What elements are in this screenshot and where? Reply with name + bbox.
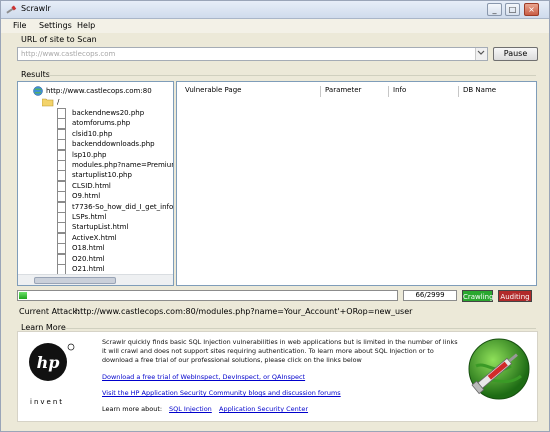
- hp-invent-text: invent: [30, 398, 65, 406]
- learn-divider: [63, 328, 536, 329]
- results-divider: [49, 75, 536, 76]
- file-icon: [57, 128, 66, 140]
- file-icon: [57, 149, 66, 161]
- vulnerability-grid[interactable]: Vulnerable Page Parameter Info DB Name: [176, 81, 537, 286]
- tree-root-label[interactable]: http://www.castlecops.com:80: [46, 87, 152, 95]
- learn-description: Scrawlr quickly finds basic SQL Injectio…: [102, 338, 458, 364]
- site-tree[interactable]: http://www.castlecops.com:80 / backendne…: [17, 81, 174, 286]
- column-vulnerable-page[interactable]: Vulnerable Page: [181, 86, 321, 97]
- auditing-status-badge: Auditing: [498, 290, 532, 302]
- tree-item[interactable]: O9.html: [72, 192, 100, 200]
- tree-item[interactable]: O18.html: [72, 244, 105, 252]
- scan-progress-bar: [17, 290, 398, 301]
- file-icon: [57, 170, 66, 182]
- column-db-name[interactable]: DB Name: [459, 86, 533, 97]
- crawling-status-badge: Crawling: [462, 290, 494, 302]
- close-button[interactable]: ×: [524, 3, 539, 16]
- current-attack-label: Current Attack:: [19, 307, 80, 316]
- tree-horizontal-scrollbar[interactable]: [18, 274, 173, 285]
- app-security-center-link[interactable]: Application Security Center: [219, 405, 308, 413]
- scan-url-value: http://www.castlecops.com: [21, 50, 116, 58]
- menu-help[interactable]: Help: [77, 21, 95, 30]
- scan-url-input[interactable]: http://www.castlecops.com: [17, 47, 488, 61]
- sql-injection-link[interactable]: SQL Injection: [169, 405, 212, 413]
- folder-icon: [42, 98, 54, 107]
- syringe-globe-icon: [468, 338, 530, 400]
- app-window: Scrawlr _ □ × File Settings Help URL of …: [0, 0, 550, 432]
- file-icon: [57, 180, 66, 192]
- file-icon: [57, 243, 66, 255]
- learn-more-box: hp invent Scrawlr quickly finds basic SQ…: [17, 331, 538, 422]
- community-link[interactable]: Visit the HP Application Security Commun…: [102, 389, 341, 397]
- scan-progress-fill: [19, 292, 27, 299]
- current-attack-value: http://www.castlecops.com:80/modules.php…: [75, 307, 413, 316]
- tree-item[interactable]: LSPs.html: [72, 213, 106, 221]
- download-trial-link[interactable]: Download a free trial of WebInspect, Dev…: [102, 373, 305, 381]
- minimize-button[interactable]: _: [487, 3, 502, 16]
- file-icon: [57, 222, 66, 234]
- syringe-app-icon: [6, 5, 17, 14]
- file-icon: [57, 139, 66, 151]
- file-icon: [57, 191, 66, 203]
- page-count: 66/2999: [403, 290, 457, 301]
- file-icon: [57, 108, 66, 119]
- window-title: Scrawlr: [21, 4, 51, 13]
- tree-item[interactable]: O21.html: [72, 265, 105, 273]
- pause-button[interactable]: Pause: [493, 47, 538, 61]
- tree-item[interactable]: StartupList.html: [72, 223, 128, 231]
- menu-bar: File Settings Help: [1, 19, 549, 33]
- file-icon: [57, 232, 66, 244]
- tree-item[interactable]: backenddownloads.php: [72, 140, 155, 148]
- tree-item[interactable]: lsp10.php: [72, 151, 107, 159]
- tree-item[interactable]: O20.html: [72, 255, 105, 263]
- globe-icon: [33, 86, 43, 96]
- tree-item[interactable]: clsid10.php: [72, 130, 112, 138]
- column-parameter[interactable]: Parameter: [321, 86, 389, 97]
- hp-logo: hp: [29, 343, 75, 381]
- url-dropdown-button[interactable]: [475, 48, 487, 60]
- tree-item[interactable]: modules.php?name=Premium: [72, 161, 173, 169]
- chevron-down-icon: [477, 50, 485, 55]
- title-bar: Scrawlr _ □ ×: [1, 1, 549, 19]
- tree-item[interactable]: atomforums.php: [72, 119, 130, 127]
- column-info[interactable]: Info: [389, 86, 459, 97]
- tree-item[interactable]: CLSID.html: [72, 182, 111, 190]
- file-icon: [57, 160, 66, 171]
- menu-file[interactable]: File: [13, 21, 26, 30]
- tree-folder-label[interactable]: /: [57, 98, 59, 106]
- learn-about-label: Learn more about:: [102, 405, 163, 413]
- file-icon: [57, 201, 66, 213]
- file-icon: [57, 253, 66, 265]
- tree-hscroll-thumb[interactable]: [34, 277, 116, 284]
- tree-item[interactable]: backendnews20.php: [72, 109, 144, 117]
- menu-settings[interactable]: Settings: [39, 21, 72, 30]
- scan-url-label: URL of site to Scan: [21, 35, 97, 44]
- file-icon: [57, 118, 66, 130]
- tree-item[interactable]: t7736-So_how_did_I_get_info: [72, 203, 173, 211]
- hp-logo-text: hp: [37, 353, 60, 372]
- results-label: Results: [21, 70, 50, 79]
- tree-item[interactable]: ActiveX.html: [72, 234, 117, 242]
- file-icon: [57, 212, 66, 223]
- tree-item[interactable]: startuplist10.php: [72, 171, 132, 179]
- maximize-button[interactable]: □: [505, 3, 520, 16]
